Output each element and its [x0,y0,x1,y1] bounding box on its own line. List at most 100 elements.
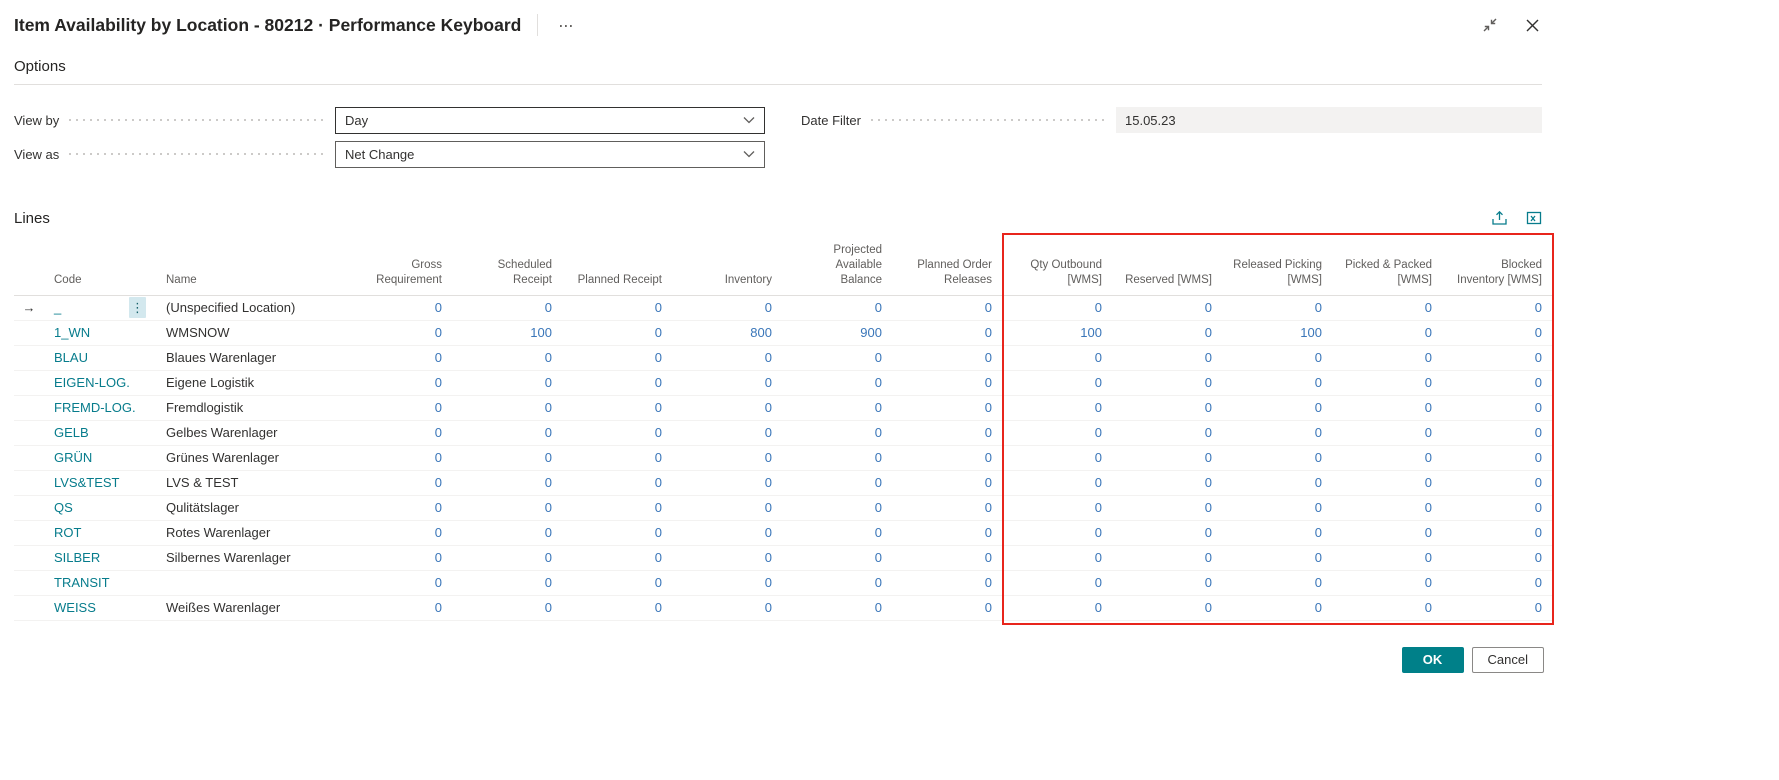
cell-value-link[interactable]: 0 [545,500,552,515]
cell-value-link[interactable]: 0 [545,475,552,490]
cell-value-link[interactable]: 0 [1205,400,1212,415]
cell-value-link[interactable]: 0 [545,575,552,590]
cell-value-link[interactable]: 0 [435,425,442,440]
cell-value-link[interactable]: 0 [985,550,992,565]
cell-value-link[interactable]: 0 [875,500,882,515]
cell-value-link[interactable]: 0 [1425,600,1432,615]
options-section-header[interactable]: Options [14,58,1542,85]
cell-value-link[interactable]: 0 [1535,525,1542,540]
cell-value-link[interactable]: 0 [875,300,882,315]
cell-value-link[interactable]: 0 [875,550,882,565]
cell-value-link[interactable]: 0 [1205,425,1212,440]
table-row[interactable]: TRANSIT 00000000000 [14,570,1552,595]
column-header[interactable]: Picked & Packed [WMS] [1332,239,1442,295]
cell-value-link[interactable]: 0 [545,425,552,440]
cell-value-link[interactable]: 0 [765,600,772,615]
location-code-link[interactable]: TRANSIT [54,575,110,590]
cell-value-link[interactable]: 0 [765,550,772,565]
table-row[interactable]: → _ ⋮ (Unspecified Location) 00000000000 [14,295,1552,320]
cell-value-link[interactable]: 900 [860,325,882,340]
view-as-select[interactable]: Net Change [335,141,765,168]
table-row[interactable]: FREMD-LOG. Fremdlogistik 00000000000 [14,395,1552,420]
cell-value-link[interactable]: 0 [985,600,992,615]
cell-value-link[interactable]: 0 [875,400,882,415]
column-header[interactable]: Qty Outbound [WMS] [1002,239,1112,295]
cell-value-link[interactable]: 0 [435,525,442,540]
cell-value-link[interactable]: 0 [435,450,442,465]
close-button[interactable] [1522,15,1542,35]
cell-value-link[interactable]: 0 [1205,450,1212,465]
cell-value-link[interactable]: 0 [1315,300,1322,315]
cell-value-link[interactable]: 800 [750,325,772,340]
location-code-link[interactable]: 1_WN [54,325,90,340]
cell-value-link[interactable]: 100 [530,325,552,340]
column-header[interactable]: Blocked Inventory [WMS] [1442,239,1552,295]
cell-value-link[interactable]: 0 [1425,475,1432,490]
column-header[interactable]: Planned Order Releases [892,239,1002,295]
cell-value-link[interactable]: 0 [545,300,552,315]
date-filter-input[interactable]: 15.05.23 [1116,107,1542,133]
cell-value-link[interactable]: 0 [1425,550,1432,565]
cell-value-link[interactable]: 0 [655,600,662,615]
cell-value-link[interactable]: 0 [655,525,662,540]
cell-value-link[interactable]: 0 [1535,425,1542,440]
cell-value-link[interactable]: 0 [1095,375,1102,390]
cell-value-link[interactable]: 0 [875,525,882,540]
cell-value-link[interactable]: 0 [655,475,662,490]
cell-value-link[interactable]: 0 [875,600,882,615]
cell-value-link[interactable]: 0 [1535,575,1542,590]
location-code-link[interactable]: GELB [54,425,89,440]
cell-value-link[interactable]: 0 [655,575,662,590]
cell-value-link[interactable]: 0 [985,425,992,440]
cell-value-link[interactable]: 0 [875,575,882,590]
cell-value-link[interactable]: 0 [875,425,882,440]
cell-value-link[interactable]: 0 [765,375,772,390]
cell-value-link[interactable]: 0 [1095,450,1102,465]
cell-value-link[interactable]: 0 [875,450,882,465]
cell-value-link[interactable]: 0 [545,400,552,415]
cell-value-link[interactable]: 0 [545,450,552,465]
cell-value-link[interactable]: 0 [545,525,552,540]
table-row[interactable]: WEISS Weißes Warenlager 00000000000 [14,595,1552,620]
cell-value-link[interactable]: 0 [435,325,442,340]
share-button[interactable] [1491,210,1508,226]
cell-value-link[interactable]: 0 [1315,575,1322,590]
cell-value-link[interactable]: 0 [985,400,992,415]
cell-value-link[interactable]: 0 [435,550,442,565]
column-header[interactable]: Reserved [WMS] [1112,239,1222,295]
table-row[interactable]: ROT Rotes Warenlager 00000000000 [14,520,1552,545]
column-header[interactable]: Inventory [672,239,782,295]
cell-value-link[interactable]: 0 [765,575,772,590]
cell-value-link[interactable]: 0 [435,300,442,315]
cell-value-link[interactable]: 0 [1095,500,1102,515]
view-by-select[interactable]: Day [335,107,765,134]
cell-value-link[interactable]: 0 [1205,600,1212,615]
cell-value-link[interactable]: 0 [1425,325,1432,340]
cell-value-link[interactable]: 0 [1205,525,1212,540]
cell-value-link[interactable]: 0 [1535,400,1542,415]
cell-value-link[interactable]: 0 [545,375,552,390]
cell-value-link[interactable]: 0 [1535,600,1542,615]
cell-value-link[interactable]: 0 [985,300,992,315]
cell-value-link[interactable]: 0 [1425,450,1432,465]
cell-value-link[interactable]: 0 [1425,375,1432,390]
cell-value-link[interactable]: 0 [435,375,442,390]
location-code-link[interactable]: WEISS [54,600,96,615]
cell-value-link[interactable]: 0 [1535,375,1542,390]
cell-value-link[interactable]: 0 [985,575,992,590]
cell-value-link[interactable]: 0 [1535,500,1542,515]
cell-value-link[interactable]: 0 [655,300,662,315]
cell-value-link[interactable]: 0 [1095,475,1102,490]
cell-value-link[interactable]: 0 [1095,600,1102,615]
cell-value-link[interactable]: 0 [1205,575,1212,590]
table-row[interactable]: QS Qulitätslager 00000000000 [14,495,1552,520]
table-row[interactable]: BLAU Blaues Warenlager 00000000000 [14,345,1552,370]
cell-value-link[interactable]: 0 [1425,500,1432,515]
table-row[interactable]: SILBER Silbernes Warenlager 00000000000 [14,545,1552,570]
cell-value-link[interactable]: 0 [435,575,442,590]
location-code-link[interactable]: EIGEN-LOG. [54,375,130,390]
cell-value-link[interactable]: 0 [1425,575,1432,590]
cell-value-link[interactable]: 0 [655,425,662,440]
cell-value-link[interactable]: 0 [435,500,442,515]
lines-section-label[interactable]: Lines [14,210,50,227]
